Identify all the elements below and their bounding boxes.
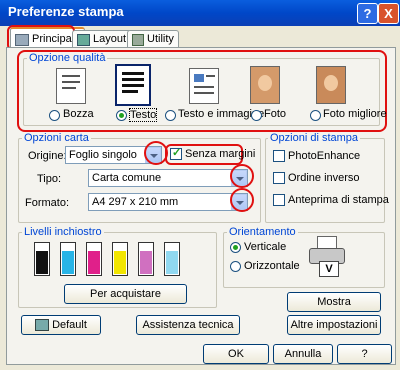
- text-image-radio[interactable]: [165, 110, 176, 121]
- type-dropdown-highlight: [230, 164, 254, 188]
- best-photo-quality-icon: [316, 66, 346, 104]
- print-preview-label: Anteprima di stampa: [288, 194, 389, 206]
- draft-quality-icon: [56, 68, 86, 104]
- show-settings-button[interactable]: Mostra impostazioni: [287, 292, 381, 326]
- photo-radio[interactable]: [251, 110, 262, 121]
- window-title: Preferenze stampa: [8, 4, 124, 19]
- ink-cartridge: [112, 242, 128, 276]
- close-button[interactable]: X: [378, 3, 399, 24]
- portrait-label: Verticale: [244, 241, 287, 253]
- title-bar[interactable]: Preferenze stampa ? X: [0, 0, 400, 26]
- help-titlebar-button[interactable]: ?: [357, 3, 378, 24]
- ink-level-fill: [114, 251, 126, 274]
- ink-cartridge: [34, 242, 50, 276]
- support-button[interactable]: Assistenza tecnica: [136, 315, 240, 335]
- text-quality-icon: [115, 64, 151, 106]
- format-label: Formato:: [25, 197, 70, 209]
- default-icon: [35, 319, 50, 332]
- layout-icon: [77, 33, 90, 46]
- print-preview-checkbox[interactable]: [273, 194, 285, 206]
- format-combo[interactable]: A4 297 x 210 mm: [88, 193, 248, 211]
- printer-orientation-icon: V: [307, 236, 353, 278]
- landscape-radio[interactable]: [230, 261, 241, 272]
- default-button-label: Default: [52, 319, 87, 331]
- ink-level-fill: [36, 251, 48, 274]
- ink-level-fill: [140, 251, 152, 274]
- cancel-button[interactable]: Annulla: [273, 344, 333, 364]
- source-label: Origine:: [28, 150, 67, 162]
- orientation-title: Orientamento: [227, 226, 298, 238]
- text-image-quality-icon: [189, 68, 219, 104]
- borderless-label: Senza margini: [185, 148, 256, 160]
- utility-icon: [132, 33, 144, 46]
- photoenhance-label: PhotoEnhance: [288, 150, 361, 162]
- best-photo-label: Foto migliore: [323, 108, 387, 120]
- type-combo[interactable]: Carta comune: [88, 169, 248, 187]
- draft-label: Bozza: [63, 108, 94, 120]
- reverse-order-label: Ordine inverso: [288, 172, 360, 184]
- tab-layout[interactable]: Layout: [72, 30, 132, 48]
- format-dropdown-highlight: [230, 188, 254, 212]
- type-value: Carta comune: [92, 172, 162, 184]
- print-options-title: Opzioni di stampa: [268, 132, 361, 144]
- draft-radio[interactable]: [49, 110, 60, 121]
- ink-cartridge: [138, 242, 154, 276]
- ink-cartridge: [164, 242, 180, 276]
- portrait-radio[interactable]: [230, 242, 241, 253]
- reverse-order-checkbox[interactable]: [273, 172, 285, 184]
- tab-utility-label: Utility: [147, 33, 174, 45]
- ink-levels-title: Livelli inchiostro: [22, 226, 104, 238]
- ink-level-fill: [62, 251, 74, 274]
- ink-cartridge: [86, 242, 102, 276]
- help-button[interactable]: ?: [337, 344, 392, 364]
- text-label: Testo: [129, 108, 158, 122]
- source-value: Foglio singolo: [69, 149, 137, 161]
- paper-options-title: Opzioni carta: [22, 132, 91, 144]
- tab-utility[interactable]: Utility: [127, 30, 179, 48]
- default-button[interactable]: Default: [21, 315, 101, 335]
- ink-level-fill: [166, 251, 178, 274]
- photo-quality-icon: [250, 66, 280, 104]
- ink-level-fill: [88, 251, 100, 274]
- tab-layout-label: Layout: [93, 33, 127, 45]
- ok-button[interactable]: OK: [203, 344, 269, 364]
- paper-out-icon: V: [319, 261, 339, 277]
- buy-ink-button[interactable]: Per acquistare: [64, 284, 187, 304]
- quality-group-title: Opzione qualità: [27, 52, 108, 64]
- ink-cartridge: [60, 242, 76, 276]
- checkmark-icon: ✓: [172, 147, 182, 159]
- more-settings-button[interactable]: Altre impostazioni: [287, 315, 381, 335]
- landscape-label: Orizzontale: [244, 260, 300, 272]
- format-value: A4 297 x 210 mm: [92, 196, 179, 208]
- photoenhance-checkbox[interactable]: [273, 150, 285, 162]
- type-label: Tipo:: [37, 173, 62, 185]
- photo-label: Foto: [264, 108, 287, 120]
- text-radio[interactable]: [116, 110, 127, 121]
- borderless-checkbox[interactable]: ✓: [170, 147, 182, 160]
- best-photo-radio[interactable]: [310, 110, 321, 121]
